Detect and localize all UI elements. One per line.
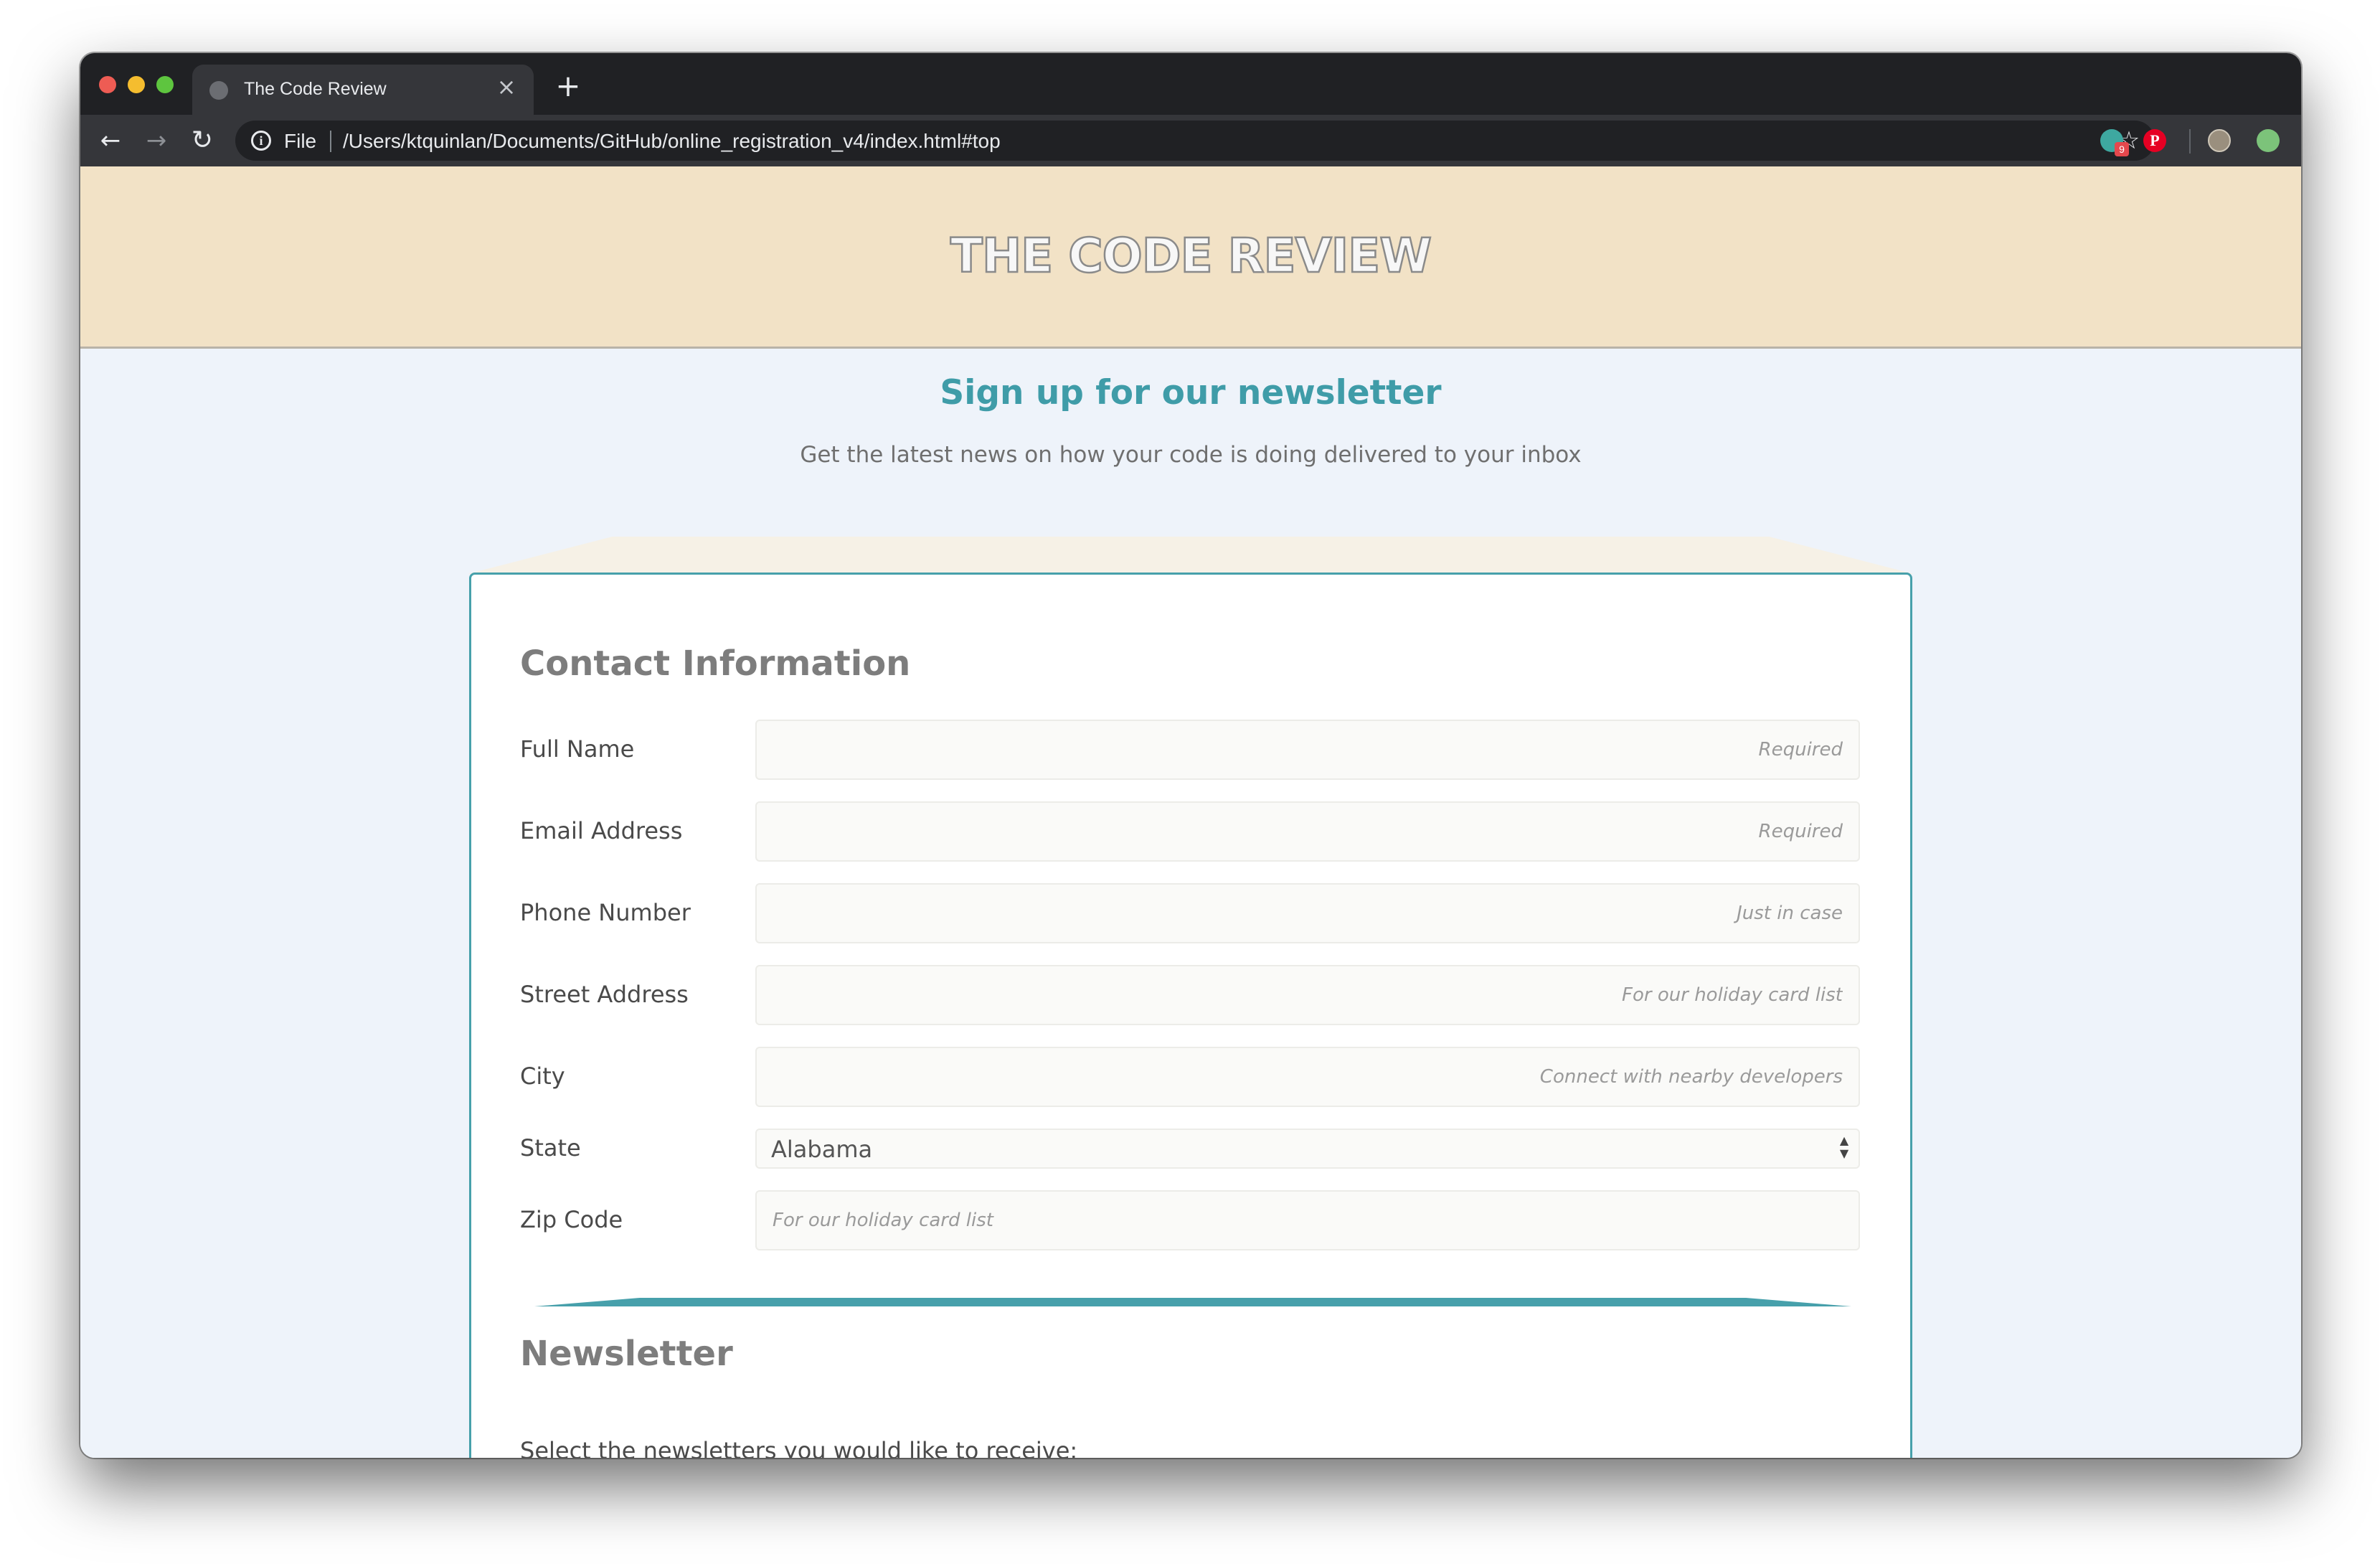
- globe-icon: [209, 81, 228, 100]
- email-input[interactable]: [755, 801, 1860, 862]
- profile-avatar-icon[interactable]: [2208, 129, 2231, 152]
- card-top-decoration: [468, 537, 1914, 574]
- registration-form: Contact Information Full Name Email Addr…: [469, 573, 1912, 1458]
- page-viewport: THE CODE REVIEW Sign up for our newslett…: [80, 166, 2301, 1458]
- scheme-label: File: [284, 130, 317, 152]
- state-select[interactable]: Alabama ▲ ▼: [755, 1129, 1860, 1169]
- back-arrow-icon[interactable]: ←: [95, 125, 126, 156]
- street-row: Street Address: [520, 965, 1860, 1025]
- forward-arrow-icon[interactable]: →: [141, 125, 172, 156]
- tab-the-code-review[interactable]: The Code Review ×: [192, 65, 534, 115]
- phone-row: Phone Number: [520, 883, 1860, 943]
- phone-input[interactable]: [755, 883, 1860, 943]
- toolbar-divider: [2189, 129, 2191, 154]
- reload-icon[interactable]: ↻: [186, 125, 218, 156]
- update-icon[interactable]: [2257, 129, 2280, 152]
- tab-title: The Code Review: [244, 79, 387, 99]
- info-icon[interactable]: i: [251, 131, 271, 151]
- state-label: State: [520, 1134, 581, 1162]
- full-name-label: Full Name: [520, 735, 635, 763]
- email-row: Email Address: [520, 801, 1860, 862]
- tab-close-icon[interactable]: ×: [495, 75, 518, 98]
- pinterest-icon[interactable]: P: [2143, 129, 2166, 152]
- city-input[interactable]: [755, 1047, 1860, 1107]
- page-heading: Sign up for our newsletter: [940, 373, 1442, 413]
- full-name-input[interactable]: [755, 720, 1860, 780]
- new-tab-button[interactable]: +: [554, 71, 582, 101]
- contact-section-heading: Contact Information: [520, 644, 911, 684]
- close-window-button[interactable]: [99, 76, 116, 93]
- newsletter-intro: Select the newsletters you would like to…: [520, 1437, 1078, 1458]
- street-label: Street Address: [520, 981, 689, 1008]
- address-bar[interactable]: i File /Users/ktquinlan/Documents/GitHub…: [235, 121, 2155, 161]
- zip-label: Zip Code: [520, 1206, 623, 1233]
- tab-strip: The Code Review × +: [80, 53, 2301, 115]
- state-selected-value: Alabama: [771, 1136, 873, 1163]
- minimize-window-button[interactable]: [128, 76, 145, 93]
- site-title: THE CODE REVIEW: [950, 227, 1433, 285]
- zip-row: Zip Code: [520, 1190, 1860, 1250]
- select-arrows-icon: ▲ ▼: [1839, 1134, 1849, 1160]
- newsletter-section-heading: Newsletter: [520, 1334, 733, 1374]
- city-label: City: [520, 1063, 565, 1090]
- street-input[interactable]: [755, 965, 1860, 1025]
- zip-input[interactable]: [755, 1190, 1860, 1250]
- url-text[interactable]: /Users/ktquinlan/Documents/GitHub/online…: [343, 130, 1001, 153]
- phone-label: Phone Number: [520, 899, 691, 926]
- email-label: Email Address: [520, 817, 683, 844]
- city-row: City: [520, 1047, 1860, 1107]
- maximize-window-button[interactable]: [156, 76, 174, 93]
- site-header: THE CODE REVIEW: [80, 166, 2301, 349]
- address-separator: [330, 131, 331, 152]
- page-subheading: Get the latest news on how your code is …: [800, 442, 1582, 468]
- browser-window: The Code Review × + ← → ↻ i File /Users/…: [80, 53, 2301, 1458]
- extension-badge: 9: [2115, 142, 2129, 156]
- browser-toolbar: ← → ↻ i File /Users/ktquinlan/Documents/…: [80, 115, 2301, 166]
- section-divider: [534, 1298, 1851, 1306]
- full-name-row: Full Name: [520, 720, 1860, 780]
- state-row: State Alabama ▲ ▼: [520, 1129, 1860, 1169]
